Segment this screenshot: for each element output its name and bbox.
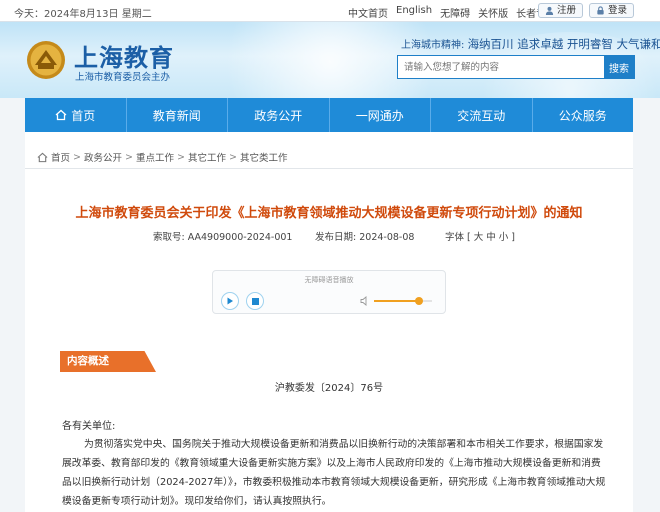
volume-knob[interactable] — [415, 297, 424, 305]
breadcrumb-divider — [25, 168, 633, 169]
nav-label: 首页 — [71, 108, 96, 123]
search-input[interactable] — [398, 56, 604, 78]
nav-label: 一网通办 — [355, 108, 404, 123]
breadcrumb-separator: > — [176, 151, 185, 163]
content-card: 首页 > 政务公开 > 重点工作 > 其它工作 > 其它类工作 上海市教育委员会… — [25, 132, 633, 512]
nav-label: 教育新闻 — [152, 108, 201, 123]
volume-fill — [374, 300, 420, 302]
breadcrumb-government-affairs[interactable]: 政务公开 — [84, 150, 122, 164]
breadcrumb: 首页 > 政务公开 > 重点工作 > 其它工作 > 其它类工作 — [37, 150, 287, 164]
user-icon — [545, 6, 554, 15]
auth-buttons: 注册 登录 — [537, 3, 634, 18]
nav-item-interaction[interactable]: 交流互动 — [431, 98, 533, 132]
home-icon — [37, 152, 48, 162]
document-number: 沪教委发〔2024〕76号 — [274, 383, 384, 394]
nav-label: 公众服务 — [558, 108, 607, 123]
player-notice: 无障碍语音播放 — [304, 276, 354, 284]
nav-item-education-news[interactable]: 教育新闻 — [127, 98, 228, 132]
index-label: 索取号: — [153, 232, 185, 243]
spirit-text: 海纳百川 追求卓越 开明睿智 大气谦和 — [467, 37, 660, 51]
volume-slider[interactable] — [374, 297, 432, 305]
index-value: AA4909000-2024-001 — [187, 232, 293, 243]
font-size-switcher[interactable]: 字体 [ 大 中 小 ] — [445, 229, 515, 243]
register-label: 注册 — [556, 5, 576, 16]
play-button[interactable] — [221, 292, 239, 310]
site-title[interactable]: 上海教育 — [74, 38, 174, 73]
breadcrumb-separator: > — [228, 151, 237, 163]
breadcrumb-separator: > — [125, 151, 133, 163]
breadcrumb-home[interactable]: 首页 — [51, 150, 70, 164]
link-care-version[interactable]: 关怀版 — [478, 5, 508, 20]
city-spirit-slogan: 上海城市精神: 海纳百川 追求卓越 开明睿智 大气谦和 — [401, 36, 660, 52]
date-value: 2024-08-08 — [359, 232, 415, 243]
link-english[interactable]: English — [396, 5, 432, 20]
login-button[interactable]: 登录 — [588, 3, 634, 18]
nav-label: 政务公开 — [254, 108, 303, 123]
index-number: 索取号: AA4909000-2024-001 — [153, 229, 292, 243]
breadcrumb-other-category[interactable]: 其它类工作 — [240, 150, 288, 164]
date-label: 发布日期: — [315, 232, 357, 243]
register-button[interactable]: 注册 — [537, 3, 583, 18]
login-label: 登录 — [607, 5, 627, 16]
top-utility-bar: 今天：2024年8月13日 星期二 中文首页 English 无障碍 关怀版 长… — [0, 0, 660, 22]
lock-icon — [597, 6, 604, 15]
search-box: 搜索 — [397, 55, 635, 79]
publish-date: 发布日期: 2024-08-08 — [315, 229, 414, 243]
shanghai-education-logo-icon[interactable] — [26, 40, 66, 80]
top-links: 中文首页 English 无障碍 关怀版 长者专版 — [348, 5, 556, 20]
main-navigation: 首页 教育新闻 政务公开 一网通办 交流互动 公众服务 — [25, 98, 633, 132]
site-subtitle: 上海市教育委员会主办 — [75, 72, 171, 83]
content-summary-tag: 内容概述 — [60, 351, 156, 372]
spirit-prefix: 上海城市精神: — [401, 40, 465, 51]
play-icon — [227, 297, 233, 305]
stop-button[interactable] — [246, 292, 264, 310]
search-button[interactable]: 搜索 — [604, 56, 634, 78]
nav-label: 交流互动 — [457, 108, 506, 123]
nav-item-one-stop-service[interactable]: 一网通办 — [330, 98, 431, 132]
breadcrumb-other-work[interactable]: 其它工作 — [188, 150, 226, 164]
link-chinese-home[interactable]: 中文首页 — [348, 5, 388, 20]
stop-icon — [251, 297, 259, 305]
site-header: 上海教育 上海市教育委员会主办 上海城市精神: 海纳百川 追求卓越 开明睿智 大… — [0, 22, 660, 98]
nav-item-home[interactable]: 首页 — [25, 98, 127, 132]
article-title: 上海市教育委员会关于印发《上海市教育领域推动大规模设备更新专项行动计划》的通知 — [75, 206, 583, 221]
breadcrumb-key-work[interactable]: 重点工作 — [136, 150, 174, 164]
volume-icon[interactable] — [360, 296, 370, 306]
audio-player: 无障碍语音播放 — [212, 270, 446, 314]
salutation: 各有关单位: — [62, 421, 116, 432]
home-icon — [55, 109, 67, 121]
breadcrumb-separator: > — [73, 151, 81, 163]
article-body: 为贯彻落实党中央、国务院关于推动大规模设备更新和消费品以旧换新行动的决策部署和本… — [62, 439, 606, 507]
nav-item-government-affairs[interactable]: 政务公开 — [228, 98, 330, 132]
nav-item-public-service[interactable]: 公众服务 — [533, 98, 634, 132]
current-date: 今天：2024年8月13日 星期二 — [14, 9, 152, 20]
link-accessibility[interactable]: 无障碍 — [440, 5, 470, 20]
